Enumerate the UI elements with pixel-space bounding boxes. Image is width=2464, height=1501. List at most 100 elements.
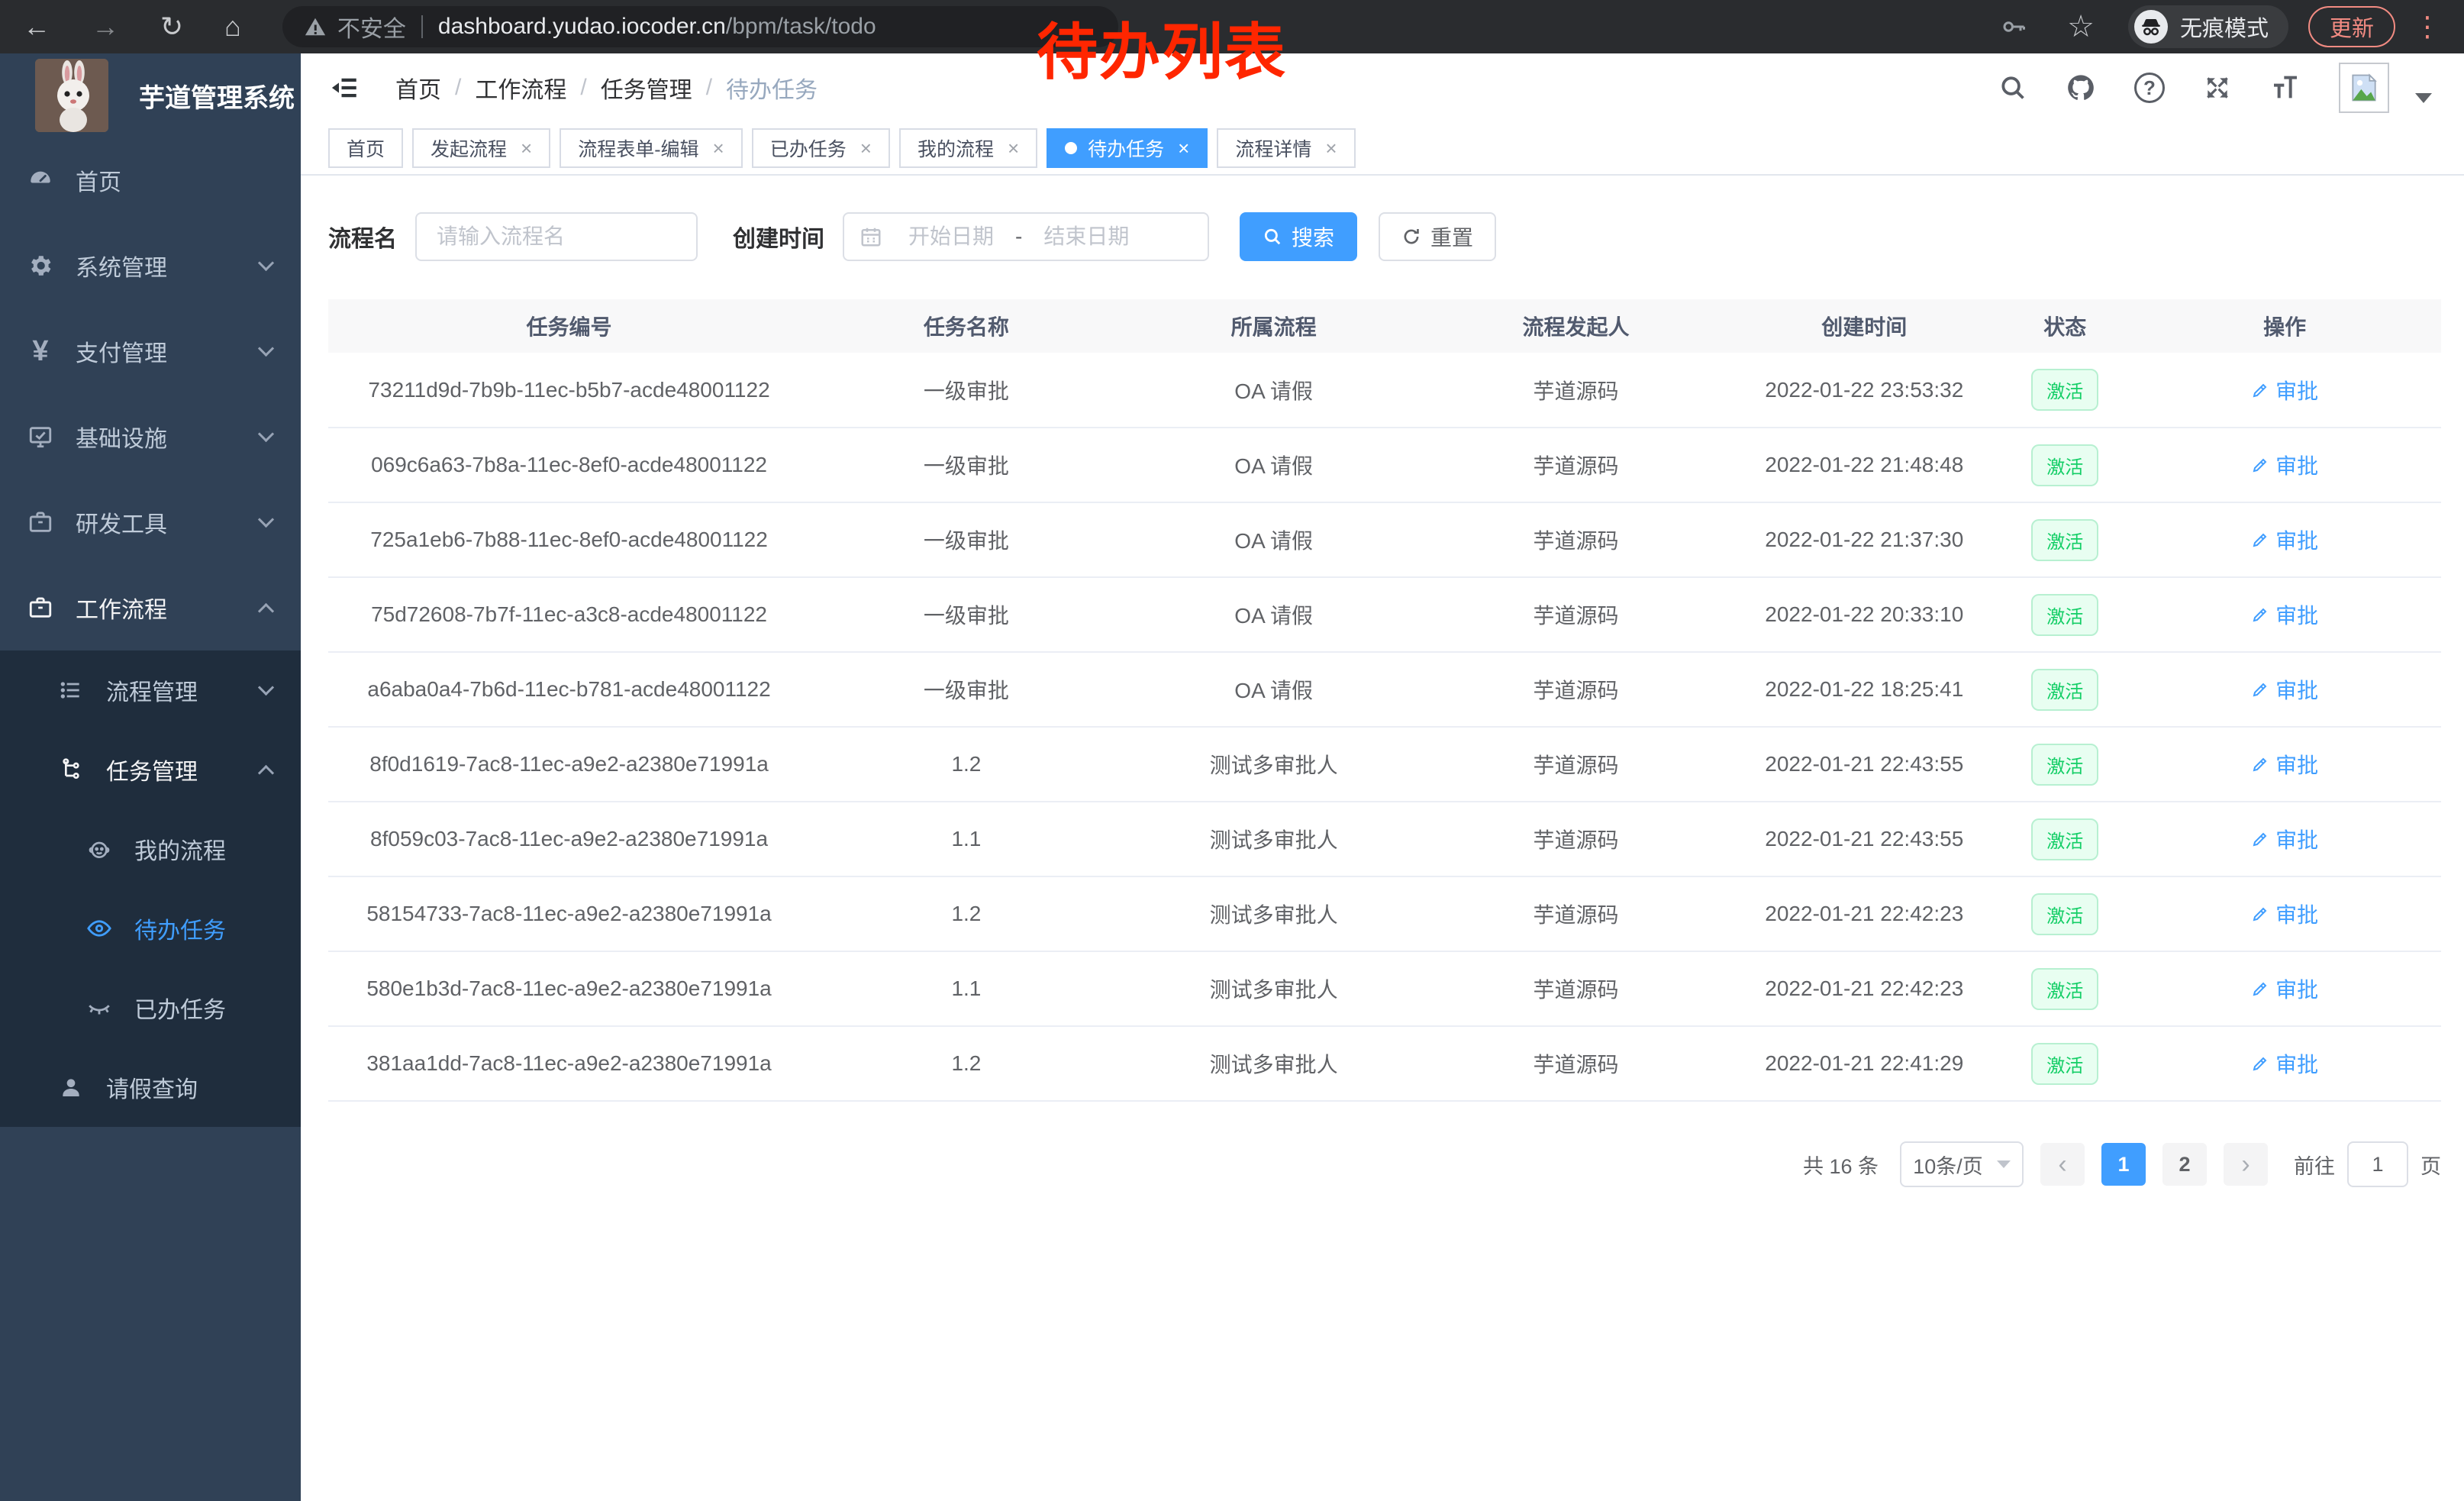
search-button[interactable]: 搜索	[1240, 212, 1357, 261]
sidebar-collapse-icon[interactable]	[328, 72, 360, 104]
goto-suffix: 页	[2420, 1150, 2441, 1180]
col-starter: 流程发起人	[1425, 299, 1727, 353]
prev-page-button[interactable]: ‹	[2040, 1143, 2085, 1186]
approve-link[interactable]: 审批	[2251, 450, 2318, 480]
refresh-icon	[1401, 227, 1421, 247]
user-icon	[56, 1075, 86, 1099]
breadcrumb-current: 待办任务	[726, 71, 818, 105]
approve-link[interactable]: 审批	[2251, 599, 2318, 630]
close-icon[interactable]: ×	[1178, 137, 1189, 160]
approve-link[interactable]: 审批	[2251, 824, 2318, 854]
tab-process-form-edit[interactable]: 流程表单-编辑×	[560, 128, 743, 168]
approve-link[interactable]: 审批	[2251, 674, 2318, 705]
tab-start-process[interactable]: 发起流程×	[412, 128, 550, 168]
table-header-row: 任务编号 任务名称 所属流程 流程发起人 创建时间 状态 操作	[328, 299, 2441, 353]
status-badge: 激活	[2031, 669, 2098, 711]
dashboard-icon	[25, 167, 56, 193]
goto-page-input[interactable]	[2347, 1141, 2408, 1187]
reset-button[interactable]: 重置	[1379, 212, 1496, 261]
help-icon[interactable]: ?	[2134, 73, 2165, 103]
page-1-button[interactable]: 1	[2101, 1143, 2146, 1186]
sidebar-item-done-tasks[interactable]: 已办任务	[0, 968, 301, 1047]
breadcrumb-task-mgmt[interactable]: 任务管理	[601, 71, 692, 105]
approve-link[interactable]: 审批	[2251, 375, 2318, 405]
approve-link[interactable]: 审批	[2251, 525, 2318, 555]
avatar-caret-icon[interactable]	[2415, 93, 2432, 103]
sidebar-item-process-mgmt[interactable]: 流程管理	[0, 650, 301, 730]
approve-link[interactable]: 审批	[2251, 973, 2318, 1004]
font-size-icon[interactable]	[2270, 73, 2301, 103]
avatar[interactable]	[2339, 63, 2389, 113]
bookmark-star-icon[interactable]: ☆	[2067, 9, 2095, 44]
sidebar-item-task-mgmt[interactable]: 任务管理	[0, 730, 301, 809]
sidebar: 芋道管理系统 首页 系统管理 ¥ 支付管理 基础设施	[0, 53, 301, 1501]
chevron-up-icon	[258, 764, 274, 780]
password-key-icon[interactable]	[2000, 13, 2027, 40]
browser-menu-icon[interactable]: ⋮	[2414, 11, 2441, 43]
page-size-select[interactable]: 10条/页	[1900, 1141, 2024, 1187]
approve-link[interactable]: 审批	[2251, 1048, 2318, 1079]
reload-icon[interactable]: ↻	[160, 13, 183, 40]
end-date-input[interactable]	[1025, 224, 1147, 249]
fullscreen-icon[interactable]	[2203, 73, 2232, 102]
home-icon[interactable]: ⌂	[224, 13, 241, 40]
sidebar-item-home[interactable]: 首页	[0, 137, 301, 223]
close-icon[interactable]: ×	[1008, 137, 1019, 160]
sidebar-item-label: 请假查询	[106, 1070, 272, 1104]
back-icon[interactable]: ←	[23, 13, 50, 40]
sidebar-item-system[interactable]: 系统管理	[0, 223, 301, 308]
forward-icon[interactable]: →	[92, 13, 119, 40]
sidebar-item-todo-tasks[interactable]: 待办任务	[0, 889, 301, 968]
close-icon[interactable]: ×	[713, 137, 724, 160]
tab-home[interactable]: 首页	[328, 128, 403, 168]
sidebar-item-leave-query[interactable]: 请假查询	[0, 1047, 301, 1127]
workflow-submenu: 流程管理 任务管理 我的流程 待办任务	[0, 650, 301, 1127]
sidebar-item-infra[interactable]: 基础设施	[0, 394, 301, 479]
sidebar-item-label: 首页	[76, 163, 272, 197]
edit-pencil-icon	[2251, 680, 2269, 699]
sidebar-item-devtools[interactable]: 研发工具	[0, 479, 301, 565]
github-icon[interactable]	[2066, 73, 2096, 103]
sidebar-item-my-process[interactable]: 我的流程	[0, 809, 301, 889]
page-2-button[interactable]: 2	[2162, 1143, 2207, 1186]
sidebar-item-payment[interactable]: ¥ 支付管理	[0, 308, 301, 394]
table-row: 75d72608-7b7f-11ec-a3c8-acde48001122 一级审…	[328, 577, 2441, 652]
close-icon[interactable]: ×	[860, 137, 872, 160]
tab-my-process[interactable]: 我的流程×	[899, 128, 1037, 168]
sidebar-item-label: 工作流程	[76, 591, 260, 625]
approve-link[interactable]: 审批	[2251, 749, 2318, 780]
task-table: 任务编号 任务名称 所属流程 流程发起人 创建时间 状态 操作 73211d9d…	[328, 299, 2441, 1102]
breadcrumb-home[interactable]: 首页	[395, 71, 441, 105]
breadcrumb-workflow[interactable]: 工作流程	[475, 71, 566, 105]
goto-label: 前往	[2294, 1150, 2335, 1180]
start-date-input[interactable]	[890, 224, 1012, 249]
edit-pencil-icon	[2251, 531, 2269, 549]
process-name-input[interactable]	[415, 212, 698, 261]
sidebar-item-label: 系统管理	[76, 249, 260, 282]
close-icon[interactable]: ×	[521, 137, 532, 160]
breadcrumb: 首页 / 工作流程 / 任务管理 / 待办任务	[395, 71, 818, 105]
eye-closed-icon	[84, 995, 114, 1021]
col-status: 状态	[2001, 299, 2128, 353]
address-bar[interactable]: 不安全 dashboard.yudao.iocoder.cn /bpm/task…	[282, 6, 1118, 47]
sidebar-item-label: 研发工具	[76, 505, 260, 539]
col-create-time: 创建时间	[1727, 299, 2001, 353]
date-range-picker[interactable]: -	[843, 212, 1209, 261]
sidebar-item-workflow[interactable]: 工作流程	[0, 565, 301, 650]
tab-todo-tasks[interactable]: 待办任务×	[1047, 128, 1208, 168]
logo-image	[35, 59, 108, 132]
approve-link[interactable]: 审批	[2251, 899, 2318, 929]
sidebar-item-label: 待办任务	[134, 912, 272, 945]
status-badge: 激活	[2031, 369, 2098, 411]
tab-done-tasks[interactable]: 已办任务×	[752, 128, 890, 168]
update-button[interactable]: 更新	[2308, 6, 2395, 47]
chevron-down-icon	[1997, 1160, 2011, 1168]
next-page-button[interactable]: ›	[2224, 1143, 2268, 1186]
date-range-separator: -	[1015, 224, 1022, 249]
close-icon[interactable]: ×	[1325, 137, 1337, 160]
gear-icon	[25, 253, 56, 279]
incognito-icon	[2134, 10, 2168, 44]
monitor-icon	[25, 424, 56, 450]
tab-process-detail[interactable]: 流程详情×	[1217, 128, 1355, 168]
search-icon[interactable]	[1998, 73, 2027, 102]
